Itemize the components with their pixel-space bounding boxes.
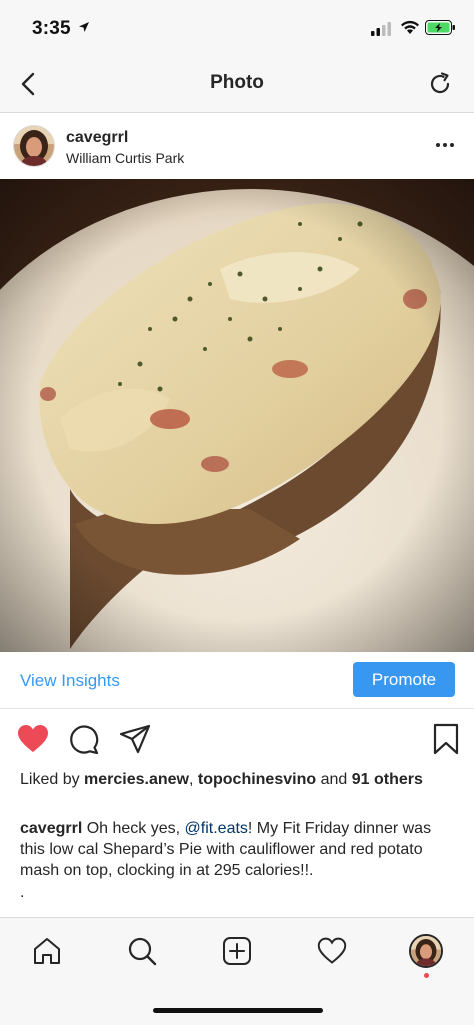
status-bar: 3:35 [0,0,474,56]
tab-activity[interactable] [315,934,349,968]
post-photo[interactable] [0,179,474,652]
food-photo-image [0,179,474,652]
home-icon [34,938,60,964]
insights-bar: View Insights Promote [0,652,474,709]
post-username[interactable]: cavegrrl [66,129,128,147]
avatar-image [14,126,54,166]
wifi-icon [401,20,419,34]
liker-username[interactable]: topochinesvino [198,771,316,788]
likes-others-link[interactable]: 91 others [352,771,423,788]
tab-profile-avatar[interactable] [409,934,443,968]
search-icon [128,937,157,966]
cellular-signal-icon [371,22,391,36]
caption-mention-link[interactable]: @fit.eats [185,820,248,837]
bookmark-icon[interactable] [429,722,463,756]
heart-filled-icon[interactable] [16,722,50,756]
post-actions [0,718,474,762]
caption-username[interactable]: cavegrrl [20,820,82,837]
liker-username[interactable]: mercies.anew [84,771,189,788]
status-time: 3:35 [32,18,71,39]
post-caption: cavegrrl Oh heck yes, @fit.eats! My Fit … [20,818,460,881]
navigation-bar: Photo [0,56,474,113]
tab-new-post[interactable] [220,934,254,968]
location-arrow-icon [79,22,89,32]
notification-dot [424,973,429,978]
refresh-icon[interactable] [426,70,454,98]
home-indicator [153,1008,323,1013]
promote-button[interactable]: Promote [353,662,455,697]
battery-charging-icon [425,20,455,35]
likes-separator: , [189,771,198,788]
tab-search[interactable] [125,934,159,968]
post-header: cavegrrl William Curtis Park [0,113,474,179]
paper-plane-icon[interactable] [118,722,152,756]
comment-bubble-icon[interactable] [67,722,101,756]
more-options-icon[interactable] [434,137,456,153]
activity-heart-icon [317,937,347,964]
post-location[interactable]: William Curtis Park [66,150,184,166]
caption-continuation: . [20,884,25,901]
likes-summary: Liked by mercies.anew, topochinesvino an… [20,769,460,790]
view-insights-link[interactable]: View Insights [20,671,120,691]
likes-prefix: Liked by [20,771,85,788]
tab-home[interactable] [30,934,64,968]
page-title: Photo [210,72,264,93]
likes-connector: and [316,771,352,788]
caption-text: Oh heck yes, [82,820,185,837]
profile-avatar-image [411,936,441,966]
new-post-icon [223,937,251,965]
avatar[interactable] [13,125,55,167]
